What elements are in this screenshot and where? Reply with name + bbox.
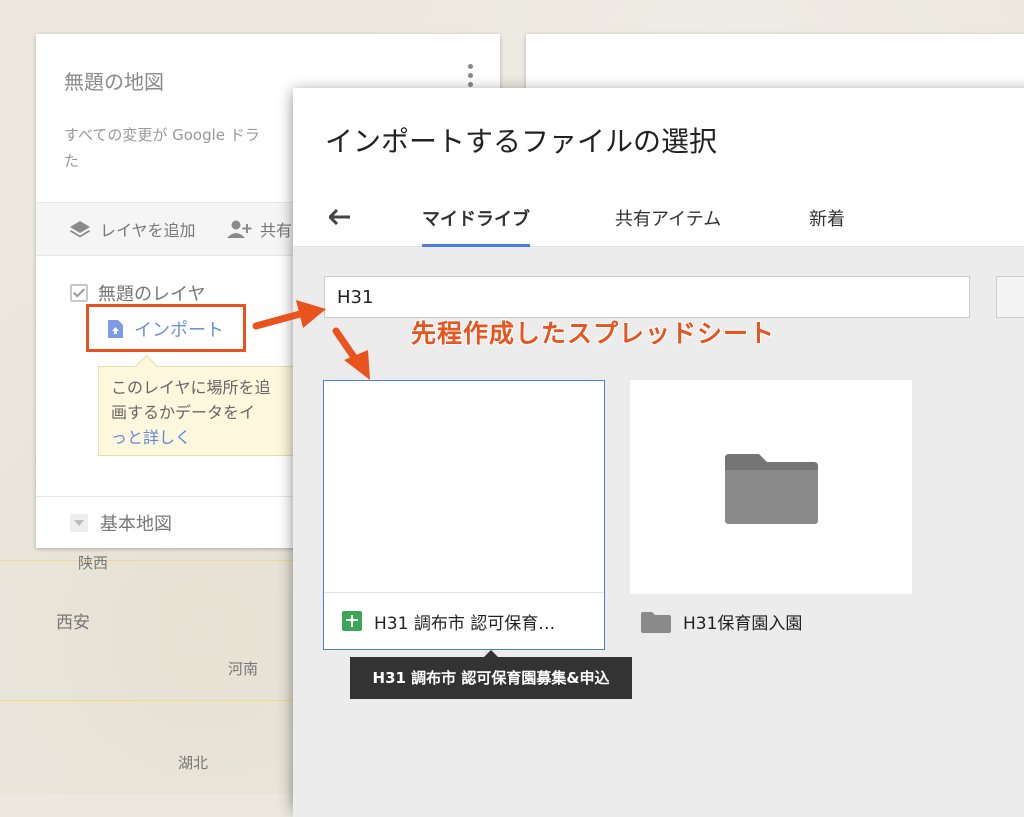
map-title[interactable]: 無題の地図 xyxy=(64,66,164,95)
dialog-tabs: マイドライブ 共有アイテム 新着 xyxy=(293,188,1024,247)
import-link[interactable]: インポート xyxy=(106,316,224,342)
file-browser: 先程作成したスプレッドシート H31 調布市 認可保育… H31保育園入園 H3… xyxy=(293,247,1024,817)
add-layer-label: レイヤを追加 xyxy=(100,221,196,240)
map-label: 湖北 xyxy=(178,754,209,772)
search-button[interactable] xyxy=(996,276,1024,318)
tab-my-drive[interactable]: マイドライブ xyxy=(422,198,530,247)
file-picker-dialog: インポートするファイルの選択 マイドライブ 共有アイテム 新着 先程作成したスプ… xyxy=(293,88,1024,817)
search-input[interactable] xyxy=(324,276,970,318)
spreadsheet-icon xyxy=(342,611,362,631)
file-name: H31 調布市 認可保育… xyxy=(374,613,556,634)
tab-shared[interactable]: 共有アイテム xyxy=(615,198,721,244)
file-card-folder[interactable] xyxy=(630,380,912,594)
dialog-title: インポートするファイルの選択 xyxy=(325,125,718,158)
folder-icon xyxy=(641,611,671,633)
annotation-text: 先程作成したスプレッドシート xyxy=(411,319,776,348)
file-card-spreadsheet[interactable]: H31 調布市 認可保育… xyxy=(323,380,605,650)
add-person-icon xyxy=(227,220,252,238)
map-label: 陕西 xyxy=(78,554,109,572)
share-button[interactable]: 共有 xyxy=(226,217,292,241)
folder-name: H31保育園入園 xyxy=(683,614,803,634)
file-name-tooltip: H31 調布市 認可保育園募集&申込 xyxy=(350,650,632,699)
upload-file-icon xyxy=(108,320,123,338)
share-label: 共有 xyxy=(260,221,293,240)
expand-icon[interactable] xyxy=(70,514,88,532)
file-card-footer: H31 調布市 認可保育… xyxy=(324,592,604,649)
map-road xyxy=(0,560,300,561)
back-arrow-icon[interactable] xyxy=(327,206,351,231)
layers-icon xyxy=(70,221,90,238)
layer-checkbox[interactable] xyxy=(70,284,88,302)
map-road xyxy=(0,700,300,701)
folder-caption[interactable]: H31保育園入園 xyxy=(641,609,802,634)
map-label: 河南 xyxy=(228,660,259,678)
tab-recent[interactable]: 新着 xyxy=(809,198,845,244)
base-map-label: 基本地図 xyxy=(100,514,172,535)
layer-row[interactable]: 無題のレイヤ xyxy=(70,280,205,306)
save-status: すべての変更が Google ドラ た xyxy=(64,126,260,170)
import-label: インポート xyxy=(134,320,224,341)
add-layer-button[interactable]: レイヤを追加 xyxy=(68,217,196,241)
folder-icon xyxy=(725,454,818,524)
more-vert-icon[interactable] xyxy=(468,64,474,91)
map-label: 西安 xyxy=(56,613,90,633)
layer-name[interactable]: 無題のレイヤ xyxy=(98,280,205,306)
